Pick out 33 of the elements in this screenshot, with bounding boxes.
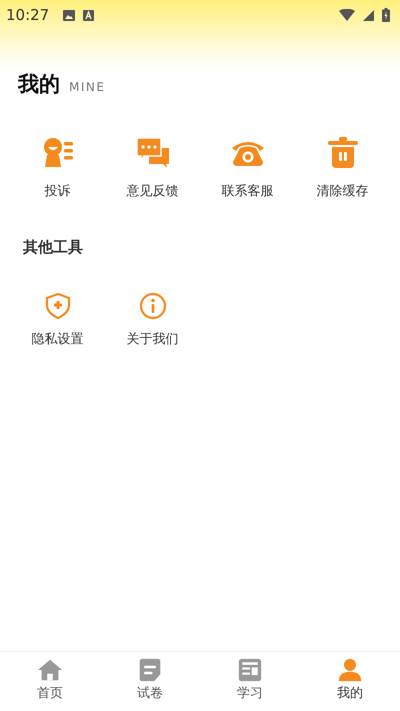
signal-icon bbox=[363, 10, 374, 20]
section-title: 其他工具 bbox=[22, 238, 84, 257]
nav-tab[interactable]: 试卷 bbox=[100, 658, 200, 711]
shield-plus-icon bbox=[44, 292, 72, 320]
nav-tab[interactable]: 首页 bbox=[0, 658, 100, 711]
tool-item[interactable]: 意见反馈 bbox=[105, 136, 200, 200]
tool-item[interactable]: 投诉 bbox=[10, 136, 105, 200]
person-icon bbox=[337, 658, 363, 682]
page-title: 我的 bbox=[18, 71, 60, 98]
tool-label: 隐私设置 bbox=[32, 331, 84, 348]
tool-label: 关于我们 bbox=[126, 331, 178, 348]
info-icon bbox=[138, 292, 166, 320]
font-icon bbox=[83, 10, 94, 20]
status-time: 10:27 bbox=[6, 6, 50, 24]
image-icon bbox=[63, 10, 76, 20]
newspaper-icon bbox=[237, 658, 263, 682]
battery-icon bbox=[382, 8, 390, 22]
home-icon bbox=[37, 658, 63, 682]
tool-item[interactable]: 关于我们 bbox=[105, 292, 200, 348]
document-icon bbox=[137, 658, 163, 682]
chat-bubbles-icon bbox=[136, 136, 170, 170]
trash-icon bbox=[326, 136, 360, 170]
nav-tab[interactable]: 我的 bbox=[300, 658, 400, 711]
tool-label: 清除缓存 bbox=[316, 183, 368, 200]
tool-label: 意见反馈 bbox=[126, 183, 178, 200]
tool-label: 联系客服 bbox=[222, 183, 274, 200]
nav-tab[interactable]: 学习 bbox=[200, 658, 300, 711]
wifi-icon bbox=[339, 9, 355, 21]
tool-item[interactable]: 隐私设置 bbox=[10, 292, 105, 348]
tool-item[interactable]: 清除缓存 bbox=[295, 136, 390, 200]
tool-item[interactable]: 联系客服 bbox=[200, 136, 295, 200]
tool-label: 投诉 bbox=[44, 183, 70, 200]
page-subtitle: MINE bbox=[69, 80, 106, 94]
